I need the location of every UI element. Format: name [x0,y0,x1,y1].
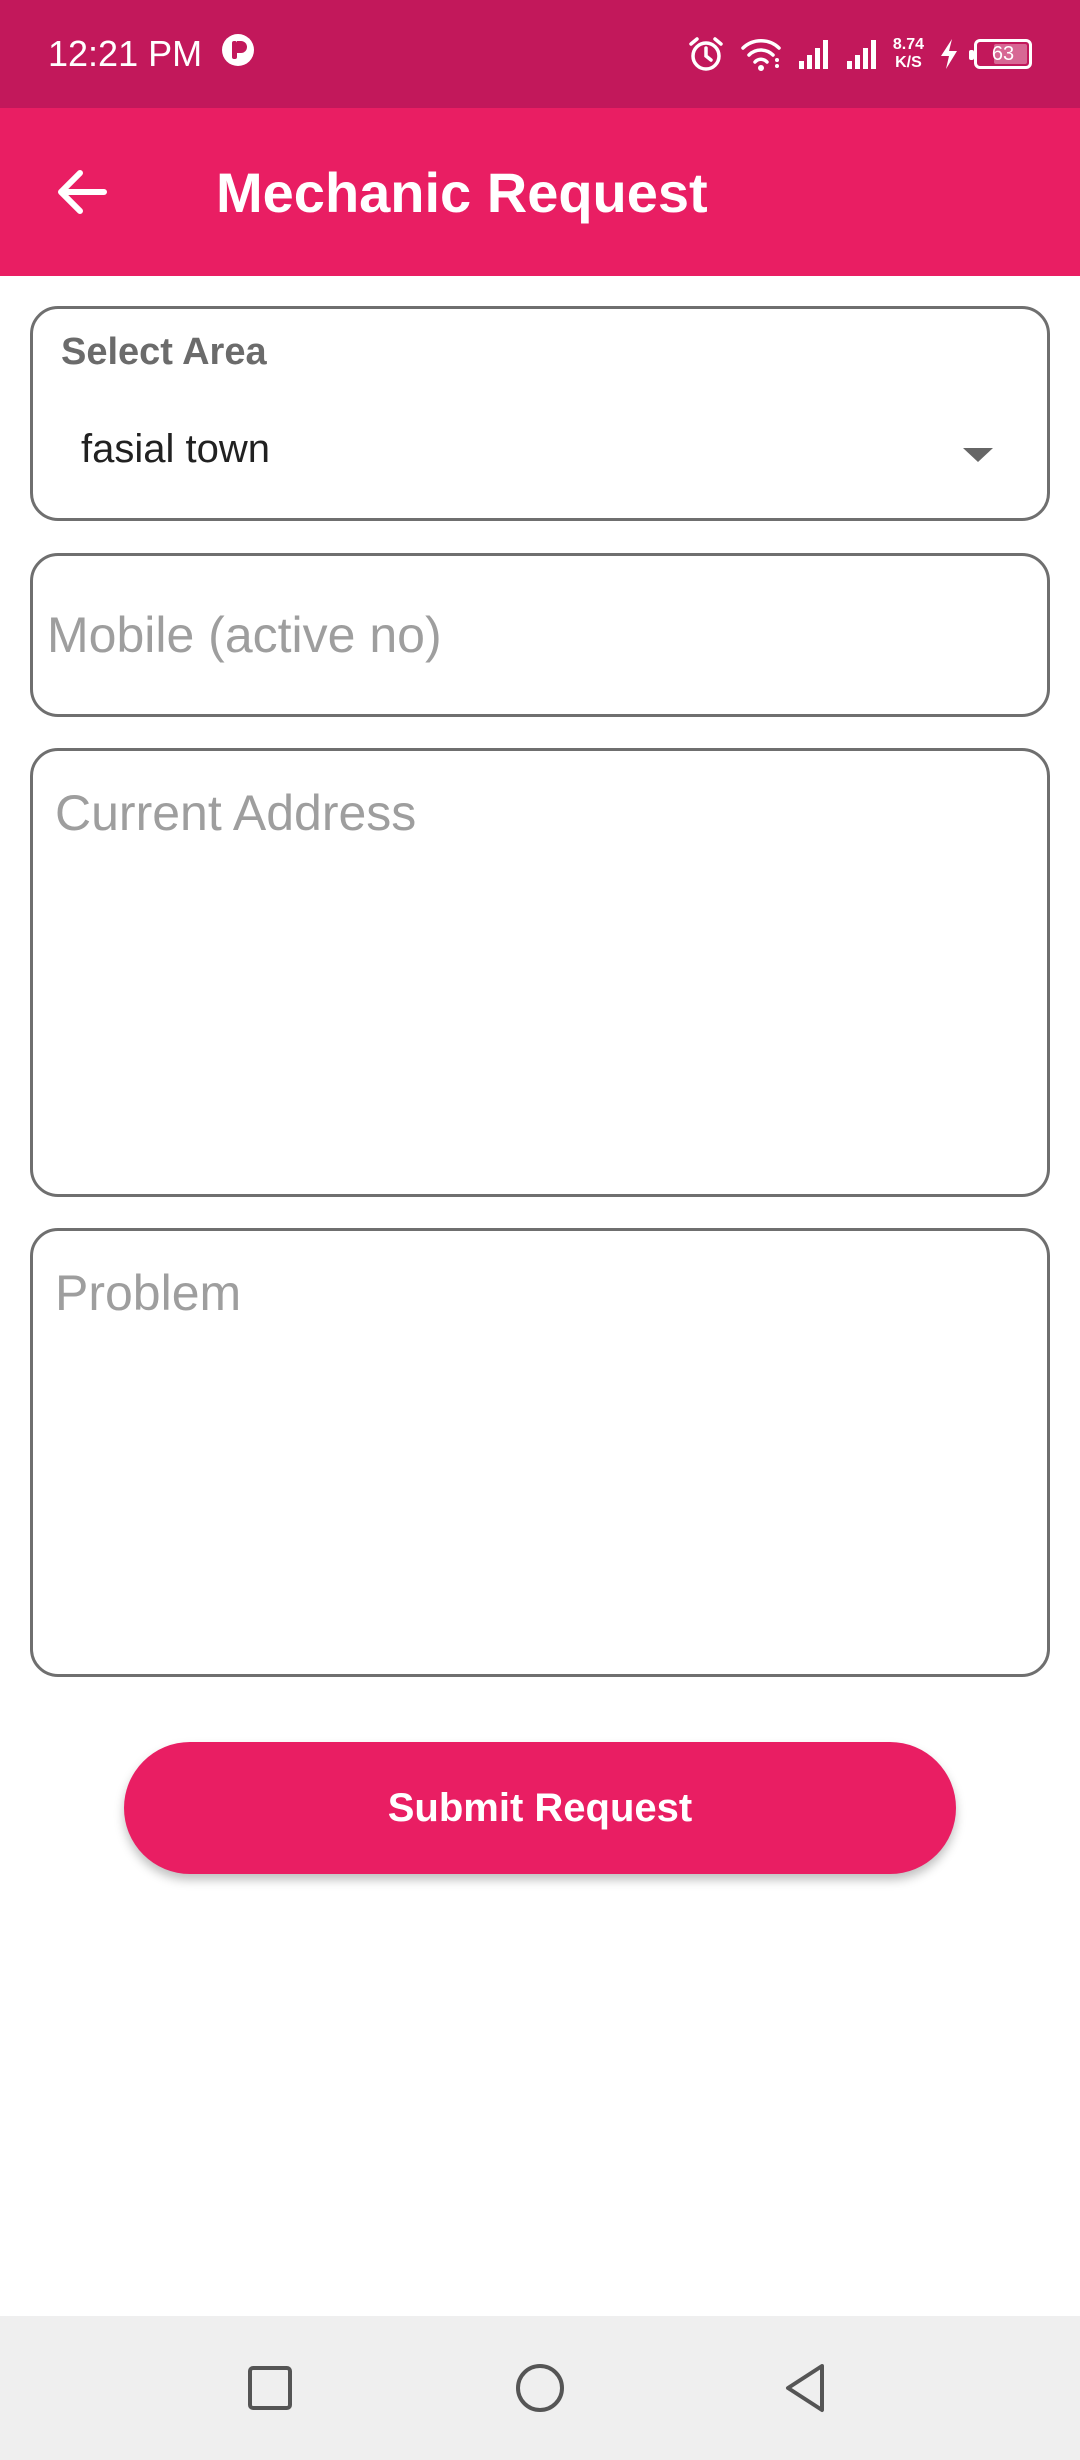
home-icon [516,2364,564,2412]
mobile-field-container [30,553,1050,717]
network-speed-value: 8.74 [892,36,924,53]
alarm-icon [687,35,725,73]
status-time: 12:21 PM [48,33,203,74]
caret-down-icon [963,448,993,462]
signal-1-icon [797,37,831,71]
battery-icon: 63 [969,39,1032,69]
recent-apps-button[interactable] [228,2346,312,2430]
app-bar: Mechanic Request [0,108,1080,276]
charging-icon [938,37,960,71]
submit-request-button[interactable]: Submit Request [124,1742,956,1874]
problem-field-container [30,1228,1050,1677]
system-back-button[interactable] [764,2346,848,2430]
app-notification-icon [220,32,256,77]
mobile-input[interactable] [33,556,1047,714]
status-bar: 12:21 PM 8.74 K/S 63 [0,0,1080,108]
recent-apps-icon [248,2366,292,2410]
problem-input[interactable] [33,1231,1047,1674]
status-left: 12:21 PM [48,32,256,77]
wifi-icon [739,36,783,72]
page-title: Mechanic Request [216,160,708,224]
area-label: Select Area [61,331,267,373]
status-right: 8.74 K/S 63 [687,35,1032,73]
back-triangle-icon [786,2364,824,2412]
system-nav-bar [0,2316,1080,2460]
address-input[interactable] [33,751,1047,1194]
home-button[interactable] [498,2346,582,2430]
area-selected-value: fasial town [81,427,270,471]
address-field-container [30,748,1050,1197]
battery-level: 63 [991,42,1015,65]
area-dropdown[interactable]: Select Area fasial town [30,306,1050,521]
network-speed-unit: K/S [895,54,922,71]
network-speed: 8.74 K/S [893,36,924,72]
back-button[interactable] [0,108,168,276]
mechanic-request-screen: 12:21 PM 8.74 K/S 63 Mechanic Request Se… [0,0,1080,2460]
signal-2-icon [845,37,879,71]
arrow-left-icon [58,170,107,214]
